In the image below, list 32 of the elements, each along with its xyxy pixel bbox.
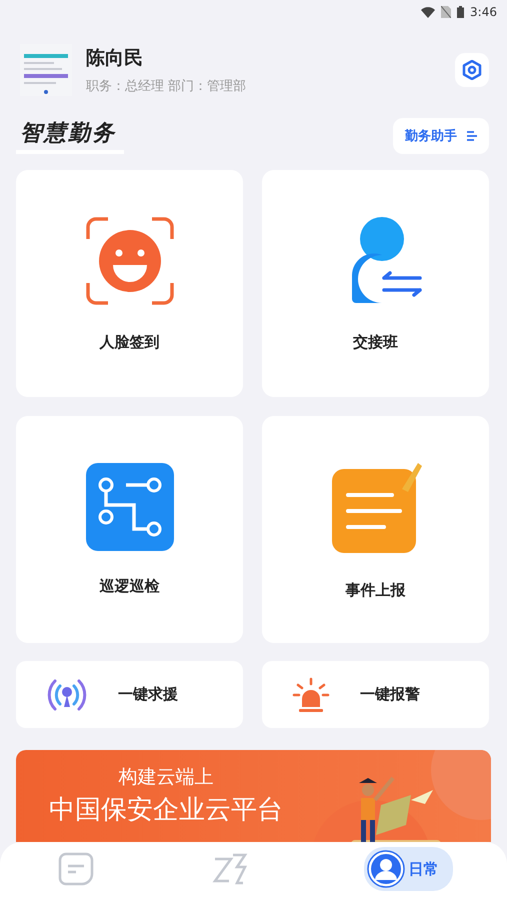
wifi-icon <box>421 6 436 18</box>
feature-tile[interactable]: 人脸签到 <box>16 170 243 397</box>
status-time: 3:46 <box>470 5 497 19</box>
tile-label: 巡逻巡检 <box>100 577 160 596</box>
no-sim-icon <box>441 6 452 18</box>
route-icon <box>86 463 174 551</box>
smiley-icon <box>84 215 176 307</box>
banner-title: 中国保安企业云平台 <box>49 794 283 827</box>
settings-icon <box>462 60 482 80</box>
menu-icon <box>467 131 477 141</box>
section-title: 智慧勤务 <box>16 118 124 154</box>
tile-label: 事件上报 <box>346 581 406 600</box>
signal-icon <box>46 676 88 712</box>
settings-button[interactable] <box>455 53 489 87</box>
tile-label: 交接班 <box>353 333 398 352</box>
feature-tile[interactable]: 事件上报 <box>262 416 489 643</box>
user-name: 陈向民 <box>86 46 144 71</box>
battery-icon <box>457 6 464 18</box>
feature-tile[interactable]: 巡逻巡检 <box>16 416 243 643</box>
tile-label: 人脸签到 <box>100 333 160 352</box>
nav-tab[interactable]: 日常 <box>364 847 453 891</box>
banner-subtitle: 构建云端上 <box>118 765 214 790</box>
siren-icon <box>292 676 330 712</box>
quick-action-button[interactable]: 一键报警 <box>262 661 489 728</box>
quick-action-label: 一键求援 <box>118 685 178 704</box>
assistant-button[interactable]: 勤务助手 <box>393 118 489 154</box>
quick-action-button[interactable]: 一键求援 <box>16 661 243 728</box>
feature-tile[interactable]: 交接班 <box>262 170 489 397</box>
note-icon <box>58 852 94 886</box>
user-avatar-icon <box>366 850 405 888</box>
quick-action-label: 一键报警 <box>360 685 420 704</box>
user-details: 职务：总经理 部门：管理部 <box>86 78 248 95</box>
